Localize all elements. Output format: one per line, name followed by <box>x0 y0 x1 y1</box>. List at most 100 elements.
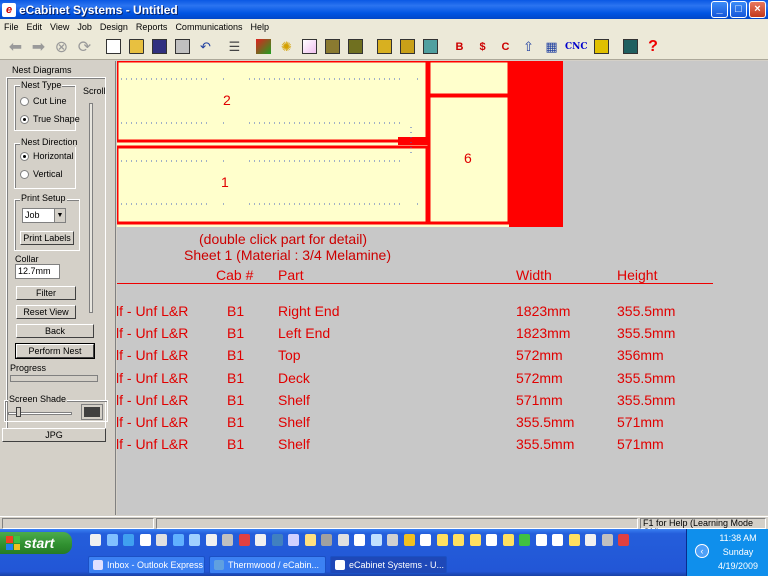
quick-launch-icon[interactable] <box>288 534 299 546</box>
quick-launch-icon[interactable] <box>321 534 332 546</box>
filter-button[interactable]: Filter <box>16 286 76 300</box>
quick-launch-icon[interactable] <box>436 534 448 546</box>
parts-chart-icon[interactable]: ▦ <box>542 37 561 56</box>
quick-launch-icon[interactable] <box>486 534 497 546</box>
menu-design[interactable]: Design <box>96 22 132 32</box>
stop-icon[interactable]: ⊗ <box>52 37 71 56</box>
quick-launch-icon[interactable] <box>172 534 184 546</box>
start-button[interactable]: start <box>0 532 72 554</box>
cnc-button[interactable]: CNC <box>565 42 588 52</box>
save-icon[interactable] <box>150 37 169 56</box>
menu-communications[interactable]: Communications <box>171 22 246 32</box>
task-thermwood[interactable]: Thermwood / eCabin... <box>209 556 326 574</box>
vertical-radio[interactable] <box>20 170 29 179</box>
quick-launch-icon[interactable] <box>618 534 629 546</box>
film-icon[interactable] <box>621 37 640 56</box>
back-arrow-icon[interactable]: ⬅ <box>6 37 25 56</box>
menu-job[interactable]: Job <box>73 22 96 32</box>
help-icon[interactable]: ? <box>644 37 663 56</box>
quick-launch-icon[interactable] <box>535 534 547 546</box>
refresh-icon[interactable]: ⟳ <box>75 37 94 56</box>
quick-launch-icon[interactable] <box>156 534 167 546</box>
chevron-left-icon[interactable]: ‹ <box>695 544 709 558</box>
quick-launch-icon[interactable] <box>238 534 250 546</box>
quick-launch-icon[interactable] <box>568 534 580 546</box>
menu-view[interactable]: View <box>46 22 73 32</box>
quick-launch-icon[interactable] <box>453 534 464 546</box>
quick-launch-icon[interactable] <box>502 534 514 546</box>
menu-help[interactable]: Help <box>246 22 273 32</box>
quick-launch-icon[interactable] <box>552 534 563 546</box>
quick-launch-icon[interactable] <box>222 534 233 546</box>
print-icon[interactable] <box>173 37 192 56</box>
part-1[interactable] <box>117 145 429 225</box>
menu-edit[interactable]: Edit <box>23 22 47 32</box>
jpg-button[interactable]: JPG <box>2 428 106 442</box>
quick-launch-icon[interactable] <box>403 534 415 546</box>
layout-grid-icon[interactable] <box>592 37 611 56</box>
quick-launch-icon[interactable] <box>90 534 101 546</box>
quick-launch-icon[interactable] <box>304 534 316 546</box>
forward-arrow-icon[interactable]: ➡ <box>29 37 48 56</box>
task-outlook[interactable]: Inbox - Outlook Express <box>88 556 205 574</box>
quick-launch-icon[interactable] <box>271 534 283 546</box>
report-cost-icon[interactable]: $ <box>473 37 492 56</box>
quick-launch-icon[interactable] <box>585 534 596 546</box>
reset-view-button[interactable]: Reset View <box>16 305 76 319</box>
part-top-right[interactable] <box>427 61 511 97</box>
quick-launch-icon[interactable] <box>189 534 200 546</box>
quick-launch-icon[interactable] <box>519 534 530 546</box>
report-c-icon[interactable]: C <box>496 37 515 56</box>
print-labels-button[interactable]: Print Labels <box>20 231 74 245</box>
nest-diagram[interactable]: 2 1 6 <box>117 61 567 231</box>
quick-launch-icon[interactable] <box>469 534 481 546</box>
board-icon[interactable] <box>346 37 365 56</box>
quick-launch-icon[interactable] <box>420 534 431 546</box>
quick-launch-icon[interactable] <box>106 534 118 546</box>
cabinet-doors-icon[interactable] <box>398 37 417 56</box>
minimize-button[interactable]: _ <box>711 1 728 18</box>
quick-launch-icon[interactable] <box>255 534 266 546</box>
new-file-icon[interactable] <box>104 37 123 56</box>
horizontal-radio[interactable] <box>20 152 29 161</box>
cabinet-icon[interactable] <box>375 37 394 56</box>
quick-launch-icon[interactable] <box>387 534 398 546</box>
menu-file[interactable]: File <box>0 22 23 32</box>
room-layout-icon[interactable] <box>421 37 440 56</box>
clock-time[interactable]: 11:38 AM <box>709 533 767 543</box>
open-folder-icon[interactable] <box>127 37 146 56</box>
perform-nest-button[interactable]: Perform Nest <box>15 343 95 359</box>
maximize-button[interactable]: □ <box>730 1 747 18</box>
task-ecabinet[interactable]: eCabinet Systems - U... <box>330 556 447 574</box>
upload-icon[interactable]: ⇧ <box>519 37 538 56</box>
part-2-label: 2 <box>223 92 231 108</box>
drawing-icon[interactable] <box>300 37 319 56</box>
quick-launch-icon[interactable] <box>370 534 382 546</box>
collar-field[interactable]: 12.7mm <box>15 264 60 279</box>
cut-line-radio[interactable] <box>20 97 29 106</box>
scroll-slider[interactable] <box>89 103 93 313</box>
settings-sliders-icon[interactable]: ☰ <box>225 37 244 56</box>
true-shape-radio[interactable] <box>20 115 29 124</box>
menu-reports[interactable]: Reports <box>132 22 172 32</box>
screen-shade-thumb[interactable] <box>16 407 21 417</box>
chevron-down-icon[interactable]: ▼ <box>54 209 65 222</box>
close-button[interactable]: × <box>749 1 766 18</box>
quick-launch-icon[interactable] <box>123 534 134 546</box>
report-b-icon[interactable]: B <box>450 37 469 56</box>
quick-launch-icon[interactable] <box>354 534 365 546</box>
cabinet-frame-icon[interactable] <box>323 37 342 56</box>
part-2[interactable] <box>117 61 429 143</box>
light-icon[interactable]: ✺ <box>277 37 296 56</box>
quick-launch-icon[interactable] <box>337 534 349 546</box>
color-cube-icon[interactable] <box>254 37 273 56</box>
app-icon[interactable]: e <box>2 2 16 17</box>
undo-icon[interactable]: ↶ <box>196 37 215 56</box>
quick-launch-icon[interactable] <box>601 534 613 546</box>
nest-view[interactable]: 2 1 6 (double click part for detail) She… <box>117 61 768 515</box>
quick-launch-icon[interactable] <box>205 534 217 546</box>
cell-cab: B1 <box>227 369 245 386</box>
back-button[interactable]: Back <box>16 324 94 338</box>
quick-launch-icon[interactable] <box>139 534 151 546</box>
print-setup-select[interactable]: Job ▼ <box>22 208 66 223</box>
